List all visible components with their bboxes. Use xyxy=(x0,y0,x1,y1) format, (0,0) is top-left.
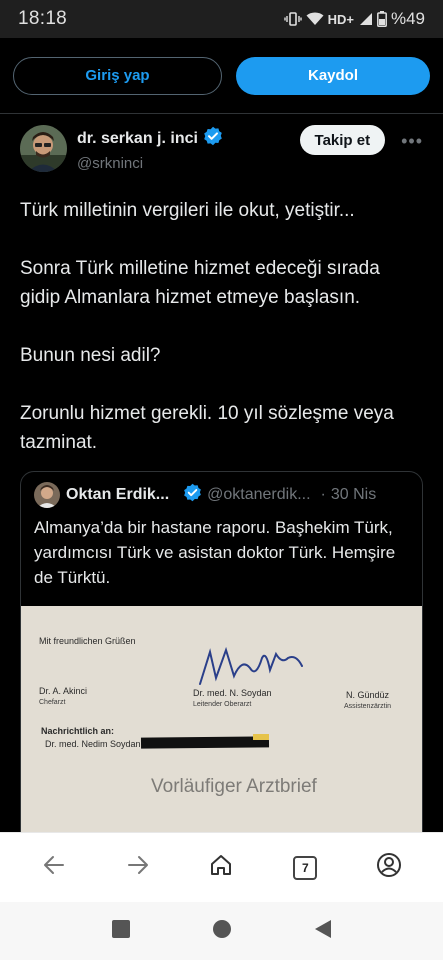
doc-sig3-name: N. Gündüz xyxy=(346,690,390,700)
battery-icon xyxy=(377,11,387,27)
author-info: dr. serkan j. inci @srkninci xyxy=(77,126,223,172)
status-icons: HD+ %49 xyxy=(283,9,425,29)
quote-author-handle: @oktanerdik... xyxy=(207,486,311,503)
tweet-header: dr. serkan j. inci @srkninci Takip et ••… xyxy=(20,124,423,186)
network-type: HD+ xyxy=(327,11,354,27)
doc-sig1-role: Chefarzt xyxy=(39,699,66,706)
doc-greeting: Mit freundlichen Grüßen xyxy=(39,636,136,646)
forward-arrow-icon xyxy=(127,854,149,881)
status-time: 18:18 xyxy=(18,8,68,29)
tabs-icon: 7 xyxy=(293,855,318,880)
doc-sig3-role: Assistenzärztin xyxy=(344,703,392,710)
triangle-back-icon xyxy=(314,919,331,938)
more-options-icon[interactable]: ••• xyxy=(401,131,423,152)
verified-badge-icon xyxy=(203,126,223,151)
login-button[interactable]: Giriş yap xyxy=(13,56,222,95)
quote-author-avatar xyxy=(34,482,60,508)
status-bar: 18:18 HD+ %49 xyxy=(0,0,443,38)
doc-cc-label: Nachrichtlich an: xyxy=(41,726,115,736)
doc-sig1-name: Dr. A. Akinci xyxy=(39,686,88,696)
quote-text: Almanya’da bir hastane raporu. Başhekim … xyxy=(34,518,396,587)
doc-cc-value: Dr. med. Nedim Soydan, xyxy=(45,739,144,749)
home-button[interactable] xyxy=(199,846,243,890)
battery-level: %49 xyxy=(390,9,425,28)
doc-sig2-name: Dr. med. N. Soydan xyxy=(193,688,272,698)
home-system-button[interactable] xyxy=(212,919,232,944)
home-icon xyxy=(209,853,233,882)
author-handle[interactable]: @srkninci xyxy=(77,155,223,172)
back-arrow-icon xyxy=(43,854,65,881)
vibrate-icon xyxy=(283,12,302,26)
author-avatar[interactable] xyxy=(20,125,67,172)
signal-icon xyxy=(358,12,373,26)
account-icon xyxy=(376,852,402,883)
wifi-icon xyxy=(306,12,324,26)
redaction-bar xyxy=(140,736,270,749)
author-name[interactable]: dr. serkan j. inci xyxy=(77,130,198,148)
signature-icon xyxy=(199,646,303,685)
tweet-text: Türk milletinin vergileri ile okut, yeti… xyxy=(20,200,394,453)
document-photo: Mit freundlichen Grüßen Dr. A. Akinci Ch… xyxy=(21,606,422,832)
quote-date: 30 Nis xyxy=(330,486,377,503)
forward-button[interactable] xyxy=(116,846,160,890)
quote-verified-badge-icon xyxy=(183,483,202,507)
tweet: dr. serkan j. inci @srkninci Takip et ••… xyxy=(0,114,443,832)
follow-button[interactable]: Takip et xyxy=(299,125,386,155)
doc-sig2-role: Leitender Oberarzt xyxy=(193,701,252,708)
back-system-button[interactable] xyxy=(313,919,333,944)
signup-button[interactable]: Kaydol xyxy=(236,56,430,95)
system-nav-bar xyxy=(0,902,443,960)
recents-button[interactable] xyxy=(111,919,131,944)
quote-author-name: Oktan Erdik... xyxy=(66,486,170,503)
quoted-tweet[interactable]: Oktan Erdik... @oktanerdik... · 30 Nis A… xyxy=(20,471,423,832)
account-button[interactable] xyxy=(367,846,411,890)
back-button[interactable] xyxy=(32,846,76,890)
circle-icon xyxy=(212,919,231,938)
doc-title: Vorläufiger Arztbrief xyxy=(151,776,317,797)
quote-separator: · xyxy=(320,486,326,503)
quote-image[interactable]: Mit freundlichen Grüßen Dr. A. Akinci Ch… xyxy=(21,606,422,832)
browser-toolbar: 7 xyxy=(0,832,443,902)
auth-bar: Giriş yap Kaydol xyxy=(0,38,443,114)
quote-header: Oktan Erdik... @oktanerdik... · 30 Nis xyxy=(21,478,422,512)
highlight-mark xyxy=(253,734,269,740)
square-icon xyxy=(111,919,130,938)
tabs-button[interactable]: 7 xyxy=(283,846,327,890)
